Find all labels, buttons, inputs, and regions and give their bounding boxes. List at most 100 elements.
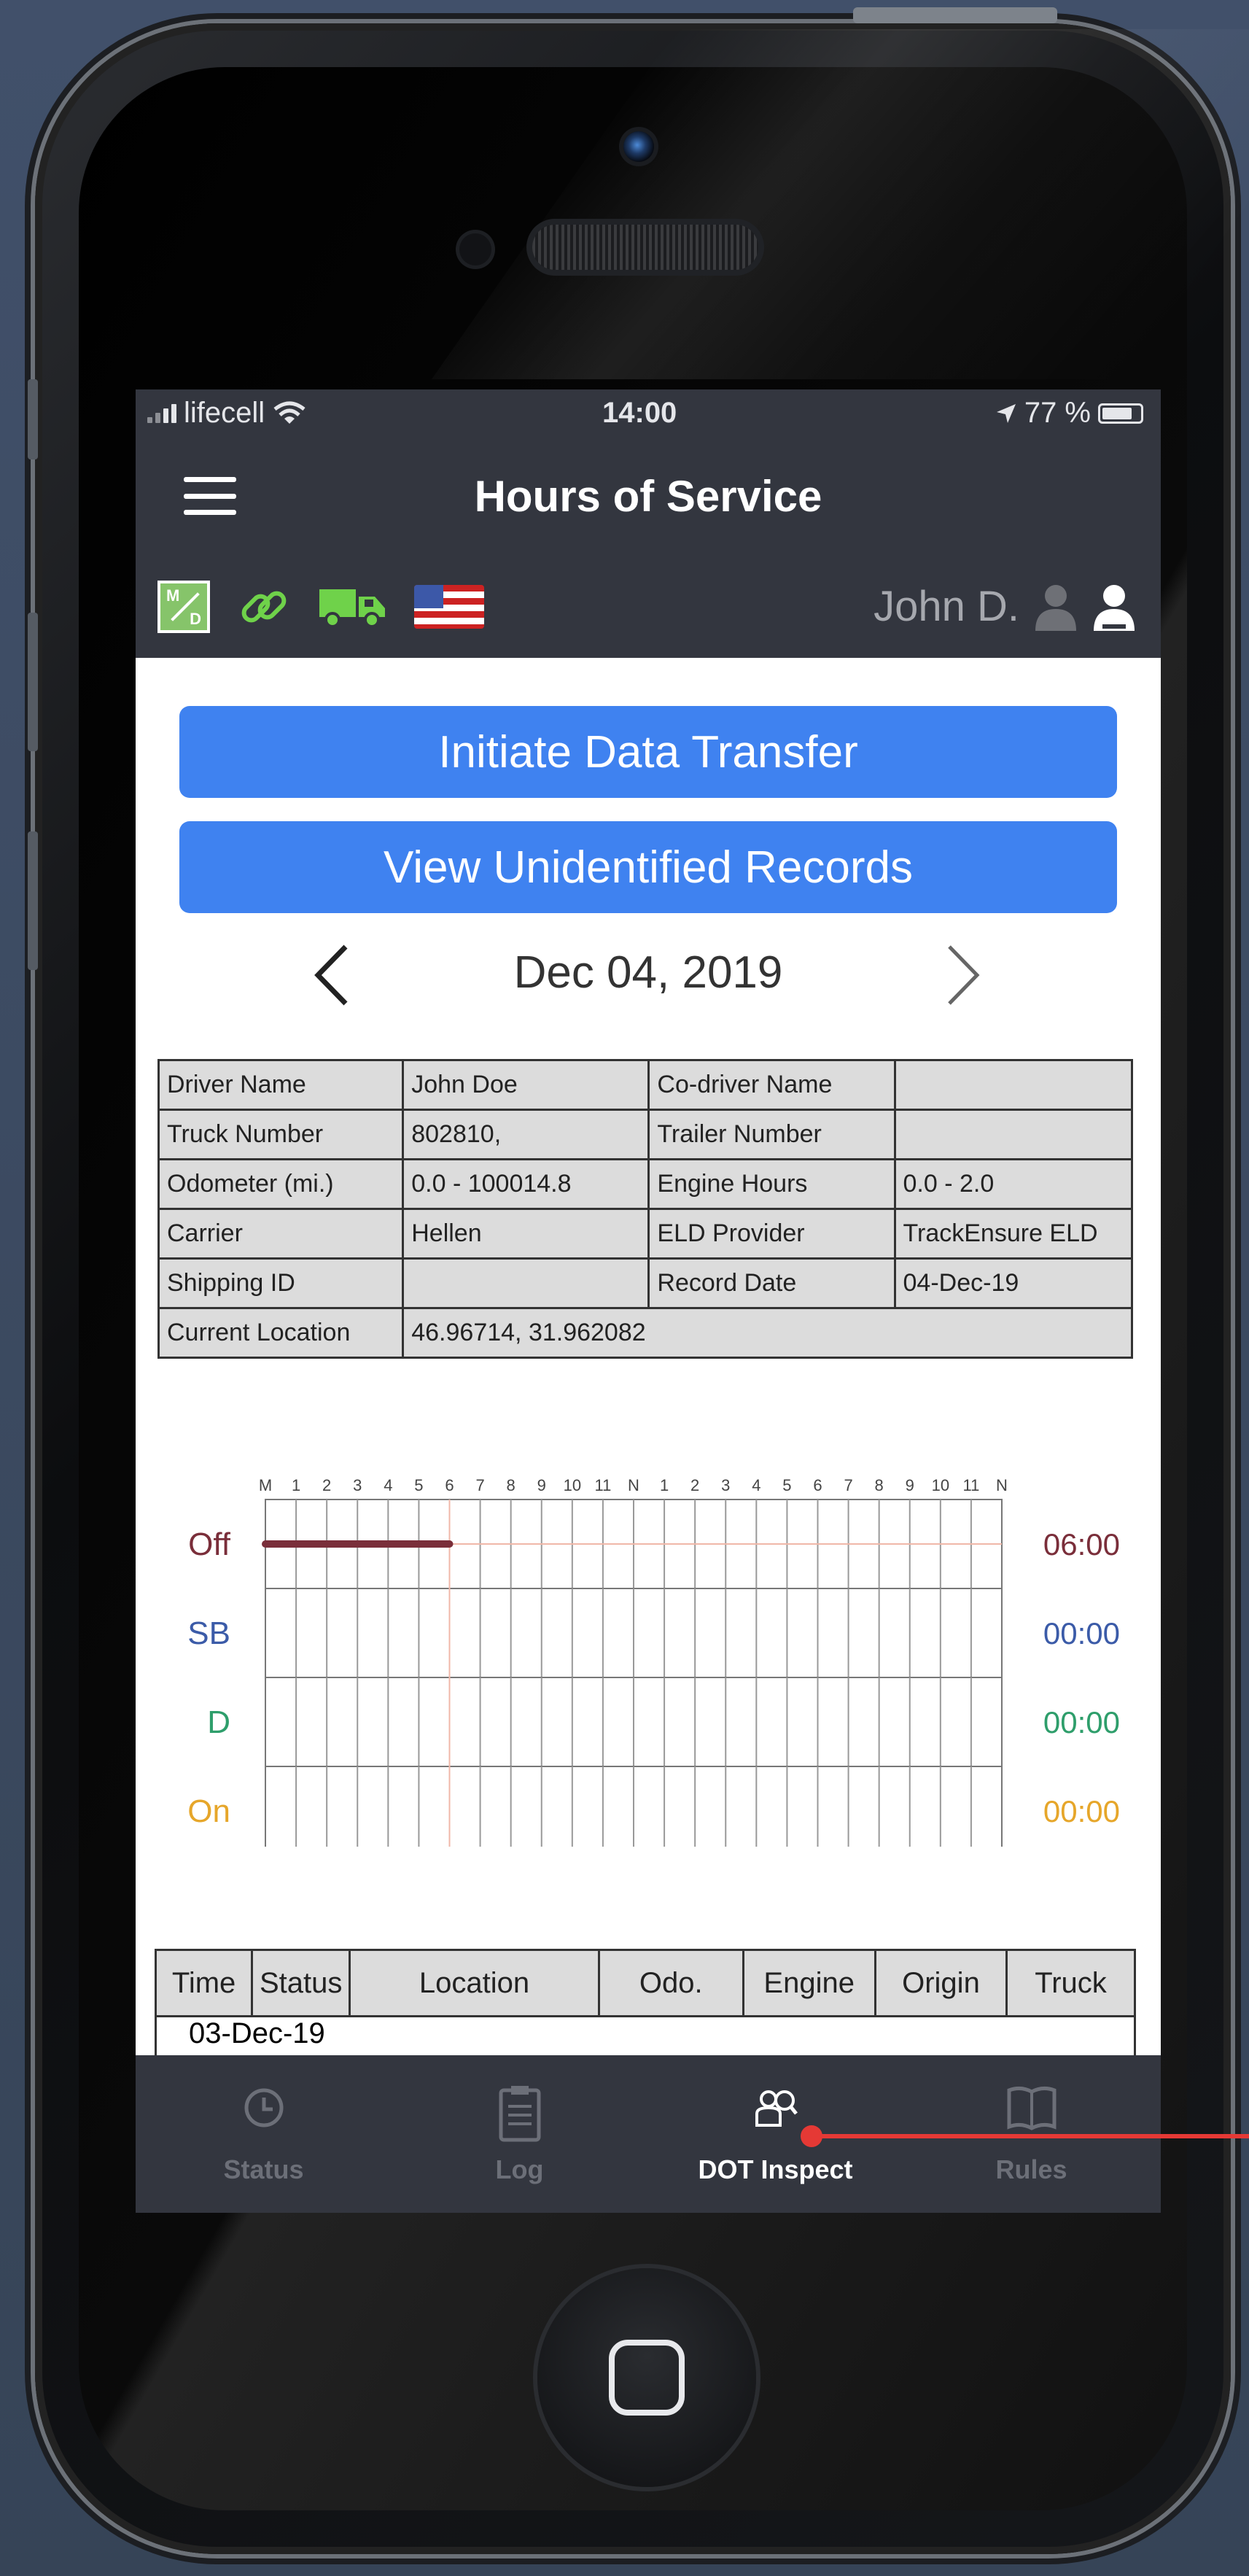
hour-tick-label: 3 <box>353 1476 362 1494</box>
driver-name-value: John Doe <box>402 1059 650 1111</box>
current-location-label: Current Location <box>157 1307 405 1359</box>
hour-tick-label: 8 <box>875 1476 884 1494</box>
home-square-icon <box>609 2340 685 2416</box>
status-row-total: 06:00 <box>1043 1527 1120 1561</box>
hour-tick-label: M <box>259 1476 272 1494</box>
record-date-label: Record Date <box>647 1257 896 1309</box>
location-arrow-icon <box>996 403 1016 423</box>
driver-avatar-icon[interactable] <box>1092 583 1136 631</box>
hour-tick-label: 4 <box>752 1476 760 1494</box>
eld-provider-label: ELD Provider <box>647 1208 896 1260</box>
power-button <box>853 7 1057 23</box>
clock-icon <box>241 2084 287 2135</box>
status-row-total: 00:00 <box>1043 1705 1120 1739</box>
log-date-row: 03-Dec-19 <box>155 2011 1136 2055</box>
status-row-label: SB <box>187 1615 230 1651</box>
wifi-icon <box>273 401 306 424</box>
event-log-table: Time Status Location Odo. Engine Origin Truck <box>154 1949 1136 2017</box>
hour-tick-label: 7 <box>844 1476 852 1494</box>
hour-tick-label: 10 <box>932 1476 949 1494</box>
dot-inspect-content: Initiate Data Transfer View Unidentified… <box>136 658 1161 2055</box>
book-icon <box>1006 2084 1057 2135</box>
column-header: Time <box>154 1949 254 2017</box>
truck-number-value: 802810, <box>402 1109 650 1160</box>
shipping-id-value <box>402 1257 650 1309</box>
volume-up-button <box>28 613 38 751</box>
mute-switch <box>28 379 38 459</box>
trailer-number-label: Trailer Number <box>647 1109 896 1160</box>
clock: 14:00 <box>602 397 677 429</box>
table-row: Driver Name John Doe Co-driver Name <box>157 1059 1134 1111</box>
column-header: Status <box>251 1949 351 2017</box>
us-flag-icon[interactable] <box>414 585 484 629</box>
hour-tick-label: 8 <box>507 1476 515 1494</box>
table-row: Carrier Hellen ELD Provider TrackEnsure … <box>157 1208 1134 1260</box>
column-header: Origin <box>873 1949 1008 2017</box>
tab-status[interactable]: Status <box>136 2055 392 2213</box>
driver-name-label: Driver Name <box>157 1059 405 1111</box>
hour-tick-label: 11 <box>962 1476 979 1494</box>
codriver-avatar-icon[interactable] <box>1034 583 1078 631</box>
signal-icon <box>147 403 176 423</box>
odometer-label: Odometer (mi.) <box>157 1158 405 1210</box>
log-header-table: Driver Name John Doe Co-driver Name Truc… <box>157 1059 1134 1359</box>
md-indicator-icon[interactable]: M D <box>157 581 210 633</box>
shipping-id-label: Shipping ID <box>157 1257 405 1309</box>
status-row-total: 00:00 <box>1043 1616 1120 1650</box>
carrier-label: Carrier <box>157 1208 405 1260</box>
hour-tick-label: 4 <box>384 1476 392 1494</box>
duty-grid: M 1 2 3 4 5 6 7 8 9 10 11 N 1 2 3 4 5 6 7 8 9 10 11 N Off 06:00 SB 0… <box>187 1476 1120 1847</box>
record-date-value: 04-Dec-19 <box>893 1257 1134 1309</box>
current-date: Dec 04, 2019 <box>513 947 783 998</box>
odometer-value: 0.0 - 100014.8 <box>402 1158 650 1210</box>
engine-hours-label: Engine Hours <box>647 1158 896 1210</box>
date-navigator: Dec 04, 2019 <box>136 936 1161 1009</box>
next-day-chevron-icon[interactable] <box>941 942 984 1017</box>
column-header: Truck <box>1005 1949 1136 2017</box>
hour-tick-label: N <box>628 1476 639 1494</box>
trailer-number-value <box>893 1109 1134 1160</box>
page-title: Hours of Service <box>474 472 822 521</box>
status-bar: lifecell 14:00 77 % <box>136 389 1161 439</box>
column-header: Location <box>349 1949 600 2017</box>
column-header: Engine <box>742 1949 876 2017</box>
codriver-name-label: Co-driver Name <box>647 1059 896 1111</box>
status-row-label: D <box>207 1704 230 1740</box>
status-row-label: On <box>187 1793 230 1829</box>
duty-status-chart: M 1 2 3 4 5 6 7 8 9 10 11 N 1 2 3 4 5 6 7 8 9 10 11 N Off 06:00 SB 0… <box>136 1467 1161 1847</box>
hour-tick-label: 9 <box>906 1476 914 1494</box>
truck-icon[interactable] <box>318 583 388 630</box>
tab-label: Log <box>495 2154 544 2184</box>
hour-tick-label: N <box>996 1476 1008 1494</box>
table-row: Truck Number 802810, Trailer Number <box>157 1109 1134 1160</box>
carrier-value: Hellen <box>402 1208 650 1260</box>
table-row: Shipping ID Record Date 04-Dec-19 <box>157 1257 1134 1309</box>
tab-log[interactable]: Log <box>392 2055 647 2213</box>
inspect-icon <box>752 2084 799 2135</box>
status-toolbar: M D John D. <box>136 548 1161 658</box>
hour-tick-label: 1 <box>292 1476 300 1494</box>
earpiece-speaker <box>532 225 758 270</box>
tab-label: Status <box>223 2154 304 2184</box>
truck-number-label: Truck Number <box>157 1109 405 1160</box>
hour-tick-label: 6 <box>445 1476 454 1494</box>
hour-tick-label: 7 <box>475 1476 484 1494</box>
carrier-name: lifecell <box>184 397 265 429</box>
status-row-total: 00:00 <box>1043 1794 1120 1828</box>
annotation-pointer-line <box>812 2134 1249 2138</box>
engine-hours-value: 0.0 - 2.0 <box>893 1158 1134 1210</box>
hour-tick-label: 3 <box>721 1476 730 1494</box>
hour-tick-label: 9 <box>537 1476 546 1494</box>
clipboard-icon <box>497 2084 543 2146</box>
hour-tick-label: 1 <box>660 1476 669 1494</box>
hour-tick-label: 6 <box>813 1476 822 1494</box>
hour-tick-label: 5 <box>782 1476 791 1494</box>
home-button[interactable] <box>537 2268 756 2487</box>
eld-provider-value: TrackEnsure ELD <box>893 1208 1134 1260</box>
table-row: Odometer (mi.) 0.0 - 100014.8 Engine Hou… <box>157 1158 1134 1210</box>
link-icon[interactable] <box>236 579 292 635</box>
initiate-data-transfer-button[interactable]: Initiate Data Transfer <box>179 706 1117 798</box>
tab-label: Rules <box>995 2154 1067 2184</box>
view-unidentified-records-button[interactable]: View Unidentified Records <box>179 821 1117 913</box>
driver-name: John D. <box>873 583 1019 630</box>
